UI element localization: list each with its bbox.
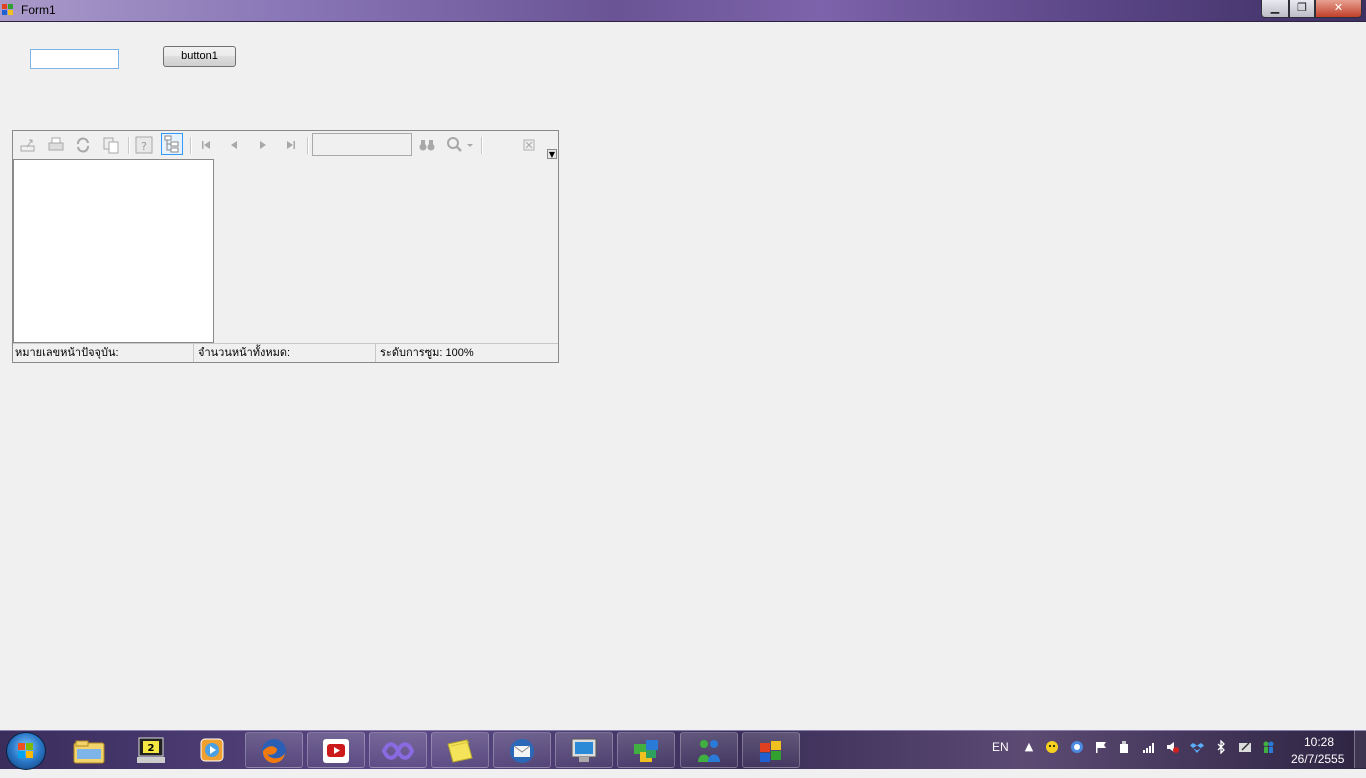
svg-text:?: ? xyxy=(141,140,147,153)
emoticon-icon[interactable] xyxy=(1045,740,1059,754)
firefox-icon[interactable] xyxy=(245,732,303,768)
action-center-flag-icon[interactable] xyxy=(1094,740,1108,754)
volume-muted-icon[interactable] xyxy=(1165,740,1179,754)
refresh-icon[interactable] xyxy=(73,135,93,155)
signal-strength-icon[interactable] xyxy=(1142,740,1156,754)
sticky-notes-icon[interactable] xyxy=(431,732,489,768)
text-input[interactable] xyxy=(30,49,119,69)
messenger-icon[interactable] xyxy=(680,732,738,768)
start-button[interactable] xyxy=(6,732,46,770)
toolbar-separator xyxy=(481,137,483,154)
document-map-pane[interactable] xyxy=(13,159,214,343)
network-sync-icon[interactable] xyxy=(1070,740,1084,754)
visual-studio-icon[interactable] xyxy=(369,732,427,768)
thunderbird-icon[interactable] xyxy=(493,732,551,768)
toolbar-separator xyxy=(307,137,309,154)
windows-explorer-icon[interactable] xyxy=(60,732,118,768)
status-bar: หมายเลขหน้าปัจจุบัน: จำนวนหน้าทั้งหมด: ร… xyxy=(13,343,558,362)
help-icon[interactable]: ? xyxy=(134,135,154,155)
form-icon xyxy=(2,4,14,16)
toolbar-separator xyxy=(128,137,130,154)
taskbar: 2 xyxy=(0,730,1366,770)
current-page-label: หมายเลขหน้าปัจจุบัน: xyxy=(13,344,194,362)
language-indicator[interactable]: EN xyxy=(992,740,1009,754)
media-player-icon[interactable] xyxy=(183,732,241,768)
removable-device-icon[interactable] xyxy=(1117,740,1131,754)
button1[interactable]: button1 xyxy=(163,46,236,67)
document-map-icon[interactable] xyxy=(161,133,183,155)
form-app-icon[interactable] xyxy=(742,732,800,768)
next-page-icon[interactable] xyxy=(253,135,273,155)
clock-time[interactable]: 10:28 xyxy=(1304,735,1334,749)
remote-desktop-icon[interactable]: 2 xyxy=(122,732,180,768)
overflow-dropdown-icon[interactable]: ▼ xyxy=(547,149,557,159)
title-bar[interactable]: Form1 ▁ ❐ ✕ xyxy=(0,0,1366,22)
first-page-icon[interactable] xyxy=(196,135,216,155)
export-icon[interactable] xyxy=(18,135,38,155)
show-desktop-button[interactable] xyxy=(1354,730,1366,768)
toolbar-separator xyxy=(190,137,192,154)
total-pages-label: จำนวนหน้าทั้งหมด: xyxy=(194,344,376,362)
print-icon[interactable] xyxy=(46,135,66,155)
binoculars-icon[interactable] xyxy=(417,135,437,155)
close-button[interactable]: ✕ xyxy=(1315,0,1362,18)
maximize-button[interactable]: ❐ xyxy=(1289,0,1315,18)
zoom-icon[interactable] xyxy=(445,135,475,155)
find-input[interactable] xyxy=(312,133,412,156)
clock-date[interactable]: 26/7/2555 xyxy=(1291,752,1344,766)
puzzle-app-icon[interactable] xyxy=(617,732,675,768)
last-page-icon[interactable] xyxy=(281,135,301,155)
bluetooth-icon[interactable] xyxy=(1214,739,1228,755)
zoom-level-label: ระดับการซูม: 100% xyxy=(380,347,474,359)
pen-tablet-icon[interactable] xyxy=(1238,740,1252,754)
window-title: Form1 xyxy=(21,3,56,17)
page-setup-icon[interactable] xyxy=(101,135,121,155)
show-hidden-icons-icon[interactable]: ▲ xyxy=(1022,740,1036,754)
network-users-icon[interactable] xyxy=(1261,740,1275,754)
svg-text:2: 2 xyxy=(148,743,155,754)
report-viewer: ? ▼ หมายเลขหน้าปัจจุบัน: จำนวนหน้าทั้งหม… xyxy=(12,130,559,363)
dropbox-icon[interactable] xyxy=(1190,740,1204,754)
previous-page-icon[interactable] xyxy=(224,135,244,155)
computer-screen-icon[interactable] xyxy=(555,732,613,768)
close-icon[interactable] xyxy=(519,135,539,155)
report-toolbar: ? ▼ xyxy=(13,131,558,159)
youtube-icon[interactable] xyxy=(307,732,365,768)
minimize-button[interactable]: ▁ xyxy=(1261,0,1289,18)
